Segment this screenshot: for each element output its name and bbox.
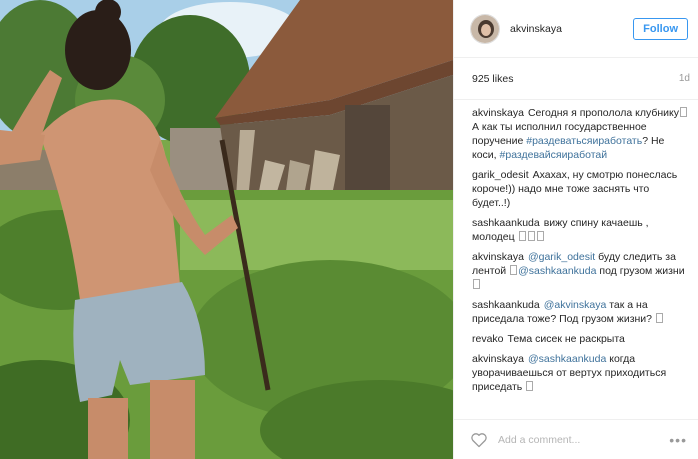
comment: sashkaankuda вижу спину качаешь , молодец bbox=[472, 216, 688, 244]
comment-author-link[interactable]: akvinskaya bbox=[472, 107, 524, 119]
heart-icon[interactable] bbox=[470, 432, 488, 448]
post-photo[interactable] bbox=[0, 0, 453, 459]
comment: revako Тема сисек не раскрыта bbox=[472, 332, 688, 346]
comment-text: Сегодня я прополола клубнику bbox=[527, 107, 679, 119]
comment-tag-link[interactable]: #раздеватьсяиработать bbox=[526, 135, 642, 147]
comment-tag-link[interactable]: @garik_odesit bbox=[528, 251, 595, 263]
post-side-panel: akvinskaya Follow 925 likes 1d akvinskay… bbox=[453, 0, 698, 459]
comment-text: под грузом жизни bbox=[596, 265, 685, 277]
comment-author-link[interactable]: garik_odesit bbox=[472, 169, 529, 181]
comment: sashkaankuda @akvinskaya так а на приседа… bbox=[472, 298, 688, 326]
comment: akvinskaya Сегодня я прополола клубникуА … bbox=[472, 106, 688, 162]
emoji-placeholder-icon bbox=[655, 313, 663, 323]
comment-author-link[interactable]: revako bbox=[472, 333, 504, 345]
photo-illustration bbox=[0, 0, 453, 459]
add-comment-row: Add a comment... ••• bbox=[454, 419, 698, 459]
comment: akvinskaya @garik_odesit буду следить за … bbox=[472, 250, 688, 292]
follow-button[interactable]: Follow bbox=[633, 17, 688, 40]
emoji-placeholder-icon bbox=[510, 265, 518, 275]
post-time[interactable]: 1d bbox=[679, 73, 690, 84]
comment-author-link[interactable]: sashkaankuda bbox=[472, 299, 540, 311]
comment: garik_odesit Ахахах, ну смотрю понеслась … bbox=[472, 168, 688, 210]
emoji-placeholder-icon bbox=[518, 231, 526, 241]
emoji-placeholder-icon bbox=[473, 279, 480, 289]
comment-list: akvinskaya Сегодня я прополола клубникуА … bbox=[454, 100, 698, 418]
comment-author-link[interactable]: sashkaankuda bbox=[472, 217, 540, 229]
avatar[interactable] bbox=[470, 13, 500, 44]
comment-tag-link[interactable]: @sashkaankuda bbox=[528, 353, 606, 365]
emoji-placeholder-icon bbox=[536, 231, 544, 241]
post-header: akvinskaya Follow bbox=[454, 0, 698, 58]
emoji-placeholder-icon bbox=[527, 231, 535, 241]
comment-tag-link[interactable]: @akvinskaya bbox=[544, 299, 607, 311]
likes-count[interactable]: 925 likes bbox=[472, 73, 513, 85]
avatar-image bbox=[471, 14, 499, 43]
comment-tag-link[interactable]: #раздевайсяиработай bbox=[500, 149, 608, 161]
likes-row: 925 likes 1d bbox=[454, 58, 698, 100]
emoji-placeholder-icon bbox=[526, 381, 534, 391]
add-comment-input[interactable]: Add a comment... bbox=[498, 434, 669, 446]
comment-author-link[interactable]: akvinskaya bbox=[472, 251, 524, 263]
comment-text: Тема сисек не раскрыта bbox=[507, 333, 625, 345]
comment-author-link[interactable]: akvinskaya bbox=[472, 353, 524, 365]
comment: akvinskaya @sashkaankuda когда уворачивае… bbox=[472, 352, 688, 394]
username-link[interactable]: akvinskaya bbox=[510, 23, 633, 35]
comment-tag-link[interactable]: @sashkaankuda bbox=[518, 265, 596, 277]
emoji-placeholder-icon bbox=[679, 107, 687, 117]
more-options-icon[interactable]: ••• bbox=[669, 432, 687, 448]
